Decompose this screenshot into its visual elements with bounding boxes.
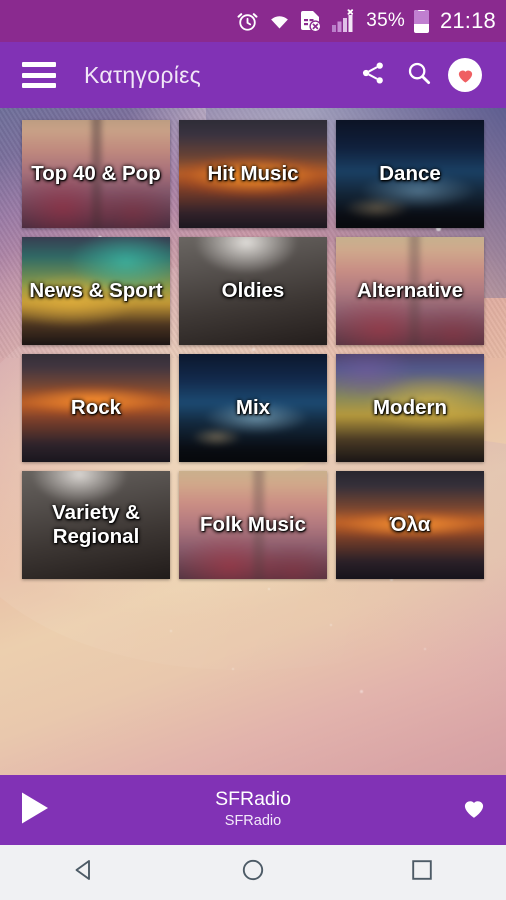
signal-bars-icon — [331, 8, 357, 34]
phone-screen: Top 40 & Pop Hit Music Dance News & Sport Ol… — [0, 0, 506, 900]
favorites-icon — [448, 58, 482, 92]
category-tile-label: News & Sport — [29, 278, 163, 302]
heart-icon — [460, 795, 488, 826]
category-tile[interactable]: Top 40 & Pop — [22, 120, 170, 228]
sparkle-dot — [170, 630, 172, 632]
category-tile-label: Oldies — [221, 278, 285, 302]
category-grid: Top 40 & Pop Hit Music Dance News & Sport Ol… — [0, 108, 506, 588]
category-tile[interactable]: Alternative — [336, 237, 484, 345]
play-button[interactable] — [18, 790, 78, 831]
nav-home-button[interactable] — [213, 845, 293, 900]
status-clock: 21:18 — [439, 8, 496, 33]
category-tile-label: Variety & Regional — [52, 500, 140, 548]
category-tile[interactable]: Folk Music — [179, 471, 327, 579]
category-tile-label: Alternative — [357, 278, 463, 302]
category-row: Variety & Regional Folk Music Όλα — [0, 471, 506, 579]
wifi-icon — [268, 12, 291, 31]
sparkle-dot — [268, 588, 270, 590]
category-tile[interactable]: Oldies — [179, 237, 327, 345]
page-title: Κατηγορίες — [84, 61, 202, 88]
category-tile[interactable]: Modern — [336, 354, 484, 462]
player-favorite-button[interactable] — [428, 795, 488, 826]
sparkle-dot — [330, 624, 332, 626]
player-station-title: SFRadio — [215, 788, 291, 811]
category-tile[interactable]: Rock — [22, 354, 170, 462]
category-tile[interactable]: Mix — [179, 354, 327, 462]
category-tile-label: Όλα — [389, 512, 431, 536]
triangle-left-icon — [70, 856, 98, 889]
player-metadata: SFRadio SFRadio — [78, 788, 428, 831]
category-row: Top 40 & Pop Hit Music Dance — [0, 120, 506, 228]
category-row: Rock Mix Modern — [0, 354, 506, 462]
category-tile-label: Top 40 & Pop — [31, 161, 161, 185]
android-nav-bar — [0, 845, 506, 900]
category-row: News & Sport Oldies Alternative — [0, 237, 506, 345]
category-tile-label: Mix — [235, 395, 271, 419]
sparkle-dot — [360, 690, 363, 693]
alarm-icon — [236, 10, 259, 33]
battery-icon — [413, 9, 429, 33]
share-button[interactable] — [350, 52, 396, 98]
hamburger-menu-icon[interactable] — [22, 62, 56, 88]
circle-icon — [239, 856, 267, 889]
category-tile-label: Hit Music — [207, 161, 299, 185]
category-tile-label: Rock — [70, 395, 122, 419]
nav-recents-button[interactable] — [382, 845, 462, 900]
category-tile[interactable]: Variety & Regional — [22, 471, 170, 579]
category-tile[interactable]: Dance — [336, 120, 484, 228]
sparkle-dot — [424, 648, 426, 650]
category-tile-label: Dance — [379, 161, 441, 185]
nav-back-button[interactable] — [44, 845, 124, 900]
search-icon — [406, 60, 432, 91]
sparkle-dot — [232, 668, 234, 670]
player-bar: SFRadio SFRadio — [0, 775, 506, 845]
square-icon — [408, 856, 436, 889]
battery-percent-label: 35% — [366, 10, 405, 31]
category-tile[interactable]: Όλα — [336, 471, 484, 579]
category-tile-label: Folk Music — [200, 512, 306, 536]
favorites-button[interactable] — [442, 52, 488, 98]
category-tile[interactable]: Hit Music — [179, 120, 327, 228]
sim-card-error-icon — [300, 10, 322, 33]
category-tile[interactable]: News & Sport — [22, 237, 170, 345]
share-icon — [360, 60, 386, 91]
player-station-subtitle: SFRadio — [224, 813, 282, 830]
status-bar: 35% 21:18 — [0, 0, 506, 42]
category-tile-label: Modern — [372, 395, 448, 419]
play-icon — [18, 790, 52, 831]
app-bar: Κατηγορίες — [0, 42, 506, 108]
search-button[interactable] — [396, 52, 442, 98]
